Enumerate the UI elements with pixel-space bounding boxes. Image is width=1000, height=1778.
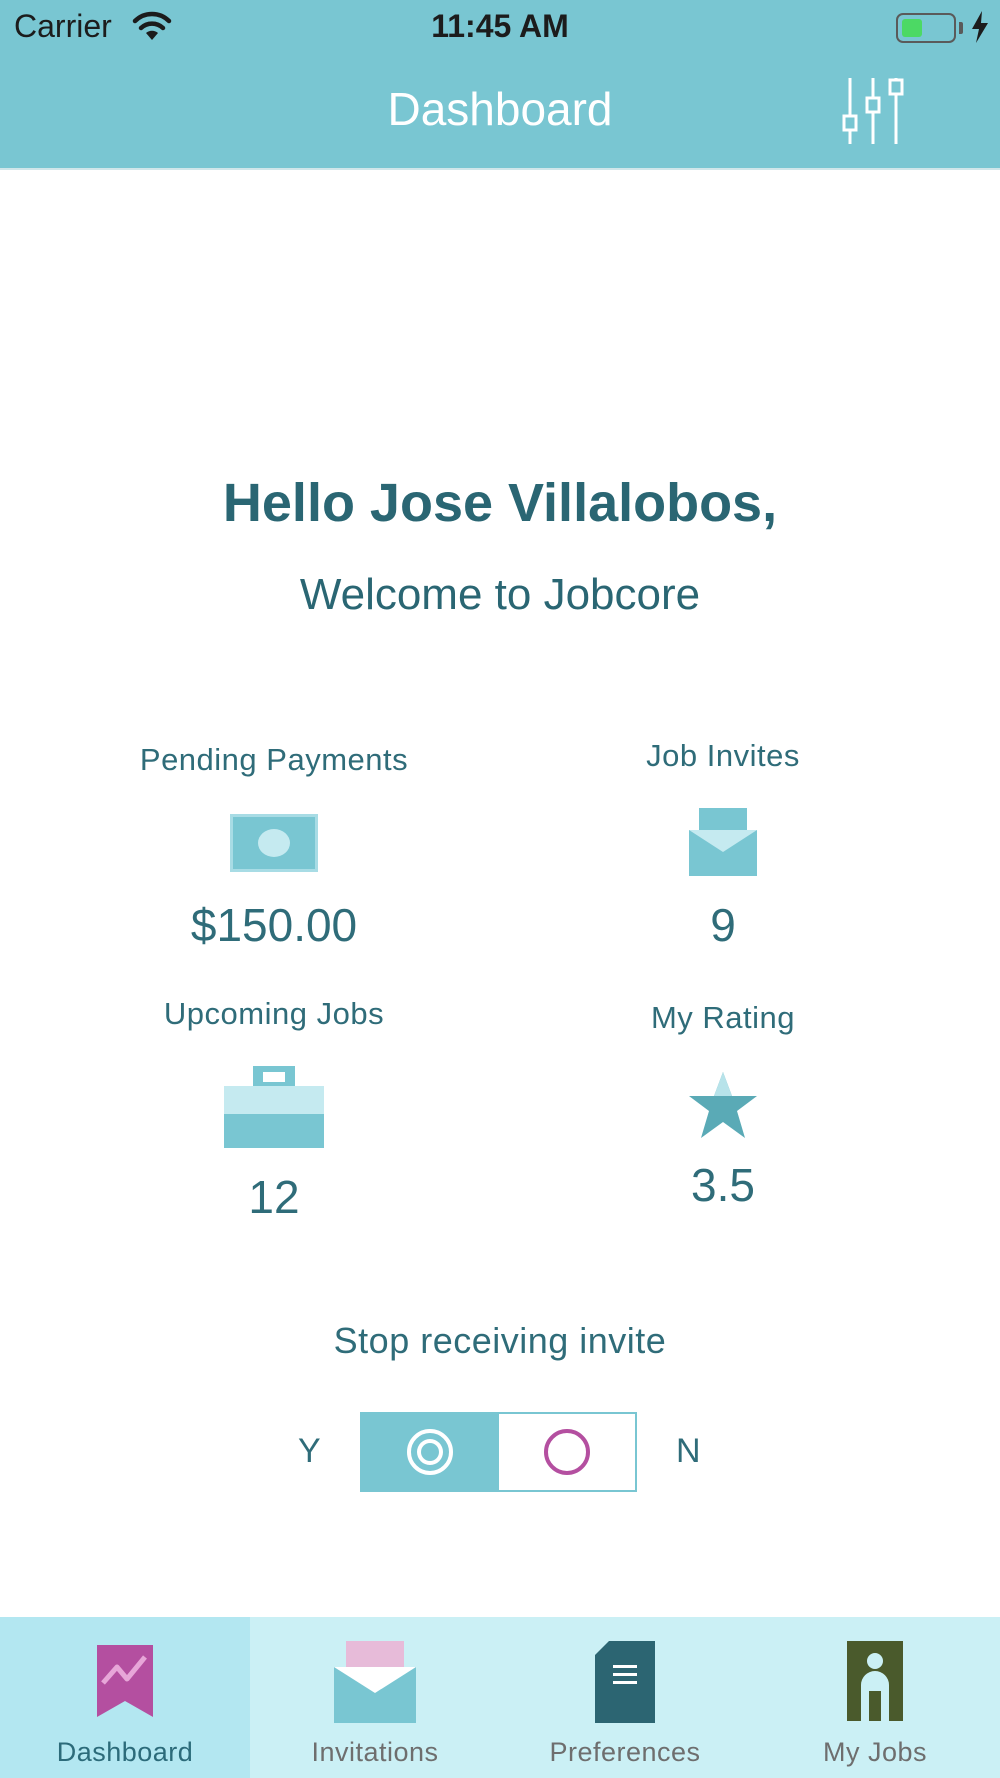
person-icon — [847, 1641, 903, 1721]
battery-icon — [896, 13, 956, 43]
stat-label: Upcoming Jobs — [163, 996, 385, 1031]
sliders-icon[interactable] — [838, 74, 910, 146]
tab-dashboard[interactable]: Dashboard — [0, 1617, 250, 1778]
toggle-yes-option[interactable] — [362, 1414, 499, 1490]
envelope-icon — [334, 1641, 416, 1723]
stat-label: Job Invites — [646, 738, 800, 773]
briefcase-icon — [224, 1066, 324, 1148]
stat-my-rating[interactable]: My Rating 3.5 — [503, 1000, 943, 1212]
stat-value: $150.00 — [190, 899, 358, 951]
tab-label: Invitations — [311, 1737, 439, 1767]
stat-upcoming-jobs[interactable]: Upcoming Jobs 12 — [54, 996, 494, 1224]
radio-unselected-icon — [543, 1429, 590, 1475]
welcome-subheading: Welcome to Jobcore — [299, 570, 701, 619]
stat-job-invites[interactable]: Job Invites 9 — [503, 738, 943, 952]
greeting-heading: Hello Jose Villalobos, — [222, 473, 778, 533]
tab-invitations[interactable]: Invitations — [250, 1617, 500, 1778]
money-icon — [230, 814, 318, 872]
status-bar: Carrier 11:45 AM — [0, 0, 1000, 56]
toggle-no-option[interactable] — [498, 1414, 635, 1490]
dashboard-icon — [97, 1645, 153, 1717]
envelope-icon — [689, 808, 757, 876]
stat-label: Pending Payments — [139, 742, 409, 777]
tab-label: My Jobs — [822, 1737, 928, 1767]
stat-label: My Rating — [650, 1000, 796, 1035]
status-time: 11:45 AM — [431, 8, 569, 44]
toggle-yes-label: Y — [298, 1432, 321, 1470]
header: Carrier 11:45 AM Dashboard — [0, 0, 1000, 170]
charging-bolt-icon — [972, 11, 988, 43]
stat-value: 12 — [248, 1171, 300, 1223]
document-icon — [595, 1641, 655, 1723]
battery-tip — [959, 22, 963, 34]
invite-toggle[interactable] — [360, 1412, 637, 1492]
stat-value: 3.5 — [691, 1159, 755, 1211]
tab-preferences[interactable]: Preferences — [500, 1617, 750, 1778]
tab-label: Dashboard — [56, 1737, 194, 1767]
radio-selected-icon — [407, 1429, 454, 1475]
stop-invite-label: Stop receiving invite — [333, 1320, 667, 1361]
stat-value: 9 — [710, 899, 736, 951]
tab-my-jobs[interactable]: My Jobs — [750, 1617, 1000, 1778]
tab-bar: Dashboard Invitations Preferences My Job… — [0, 1617, 1000, 1778]
stat-pending-payments[interactable]: Pending Payments $150.00 — [54, 742, 494, 952]
star-icon — [689, 1072, 757, 1138]
toggle-no-label: N — [676, 1432, 701, 1470]
tab-label: Preferences — [549, 1737, 701, 1767]
